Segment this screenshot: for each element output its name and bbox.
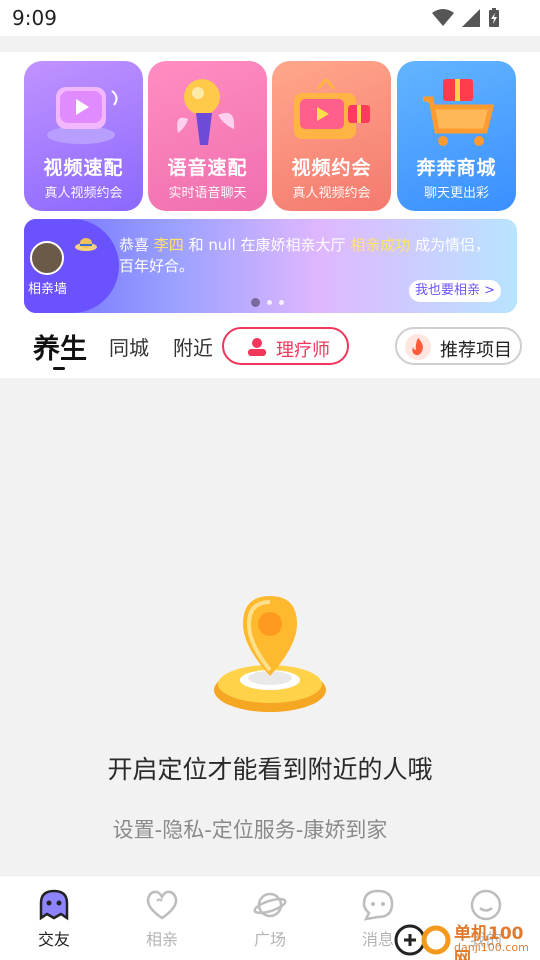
recommend-label: 推荐项目 xyxy=(440,340,512,361)
banner-pager xyxy=(251,298,284,307)
matchmaking-banner[interactable]: 相亲墙 恭喜 李四 和 null 在康娇相亲大厅 相亲成功 成为情侣，百年好合。… xyxy=(24,219,517,313)
pager-dot[interactable] xyxy=(267,300,272,305)
watermark-logo-icon xyxy=(394,924,451,956)
nav-label: 广场 xyxy=(253,930,286,949)
pager-dot[interactable] xyxy=(251,298,260,307)
chat-bubble-icon xyxy=(362,889,394,921)
heart-icon xyxy=(146,890,178,920)
tab-nearby[interactable]: 附近 xyxy=(173,332,213,361)
signal-icon xyxy=(462,9,480,27)
recommend-projects-button[interactable]: 推荐项目 xyxy=(395,327,522,365)
msg-name: 李四 xyxy=(153,236,184,254)
tab-same-city[interactable]: 同城 xyxy=(109,332,149,361)
planet-icon xyxy=(253,892,287,918)
ghost-icon xyxy=(39,889,69,921)
status-time: 9:09 xyxy=(12,6,57,30)
card-title: 视频速配 xyxy=(43,157,124,179)
category-tabs: 养生 同城 附近 理疗师 推荐项目 xyxy=(0,322,540,378)
nav-label: 交友 xyxy=(37,930,70,949)
matchmaking-wall-label: 相亲墙 xyxy=(28,282,68,297)
card-subtitle: 真人视频约会 xyxy=(44,186,123,201)
video-date-card[interactable]: 视频约会 真人视频约会 xyxy=(272,61,391,211)
smile-icon xyxy=(470,889,502,921)
msg-mid: 和 null 在康娇相亲大厅 xyxy=(183,236,351,254)
card-subtitle: 聊天更出彩 xyxy=(423,186,489,201)
feature-cards: 视频速配 真人视频约会 语音速配 实时语音聊天 视频约会 真人视频约会 奔奔商城… xyxy=(24,61,516,211)
video-match-card[interactable]: 视频速配 真人视频约会 xyxy=(24,61,143,211)
status-icons xyxy=(432,8,500,28)
card-title: 奔奔商城 xyxy=(416,157,497,179)
card-title: 语音速配 xyxy=(167,157,248,179)
nav-label: 相亲 xyxy=(145,930,178,949)
shopping-cart-icon xyxy=(423,79,495,146)
flame-icon xyxy=(405,334,431,360)
watermark-url: danji100.com xyxy=(454,941,529,954)
location-pin-icon xyxy=(214,596,326,712)
site-watermark: 单机100网 danji100.com xyxy=(392,918,540,960)
tab-health[interactable]: 养生 xyxy=(33,327,87,366)
retro-tv-gift-icon xyxy=(294,78,370,139)
status-bar: 9:09 xyxy=(0,0,540,36)
therapist-button[interactable]: 理疗师 xyxy=(222,327,349,365)
banner-message: 恭喜 李四 和 null 在康娇相亲大厅 相亲成功 成为情侣，百年好合。 xyxy=(119,235,504,277)
microphone-icon xyxy=(177,79,235,145)
video-tv-icon xyxy=(47,87,118,144)
empty-state-title: 开启定位才能看到附近的人哦 xyxy=(107,755,433,784)
msg-prefix: 恭喜 xyxy=(119,236,154,254)
straw-hat-icon xyxy=(75,238,97,251)
wifi-icon xyxy=(432,9,454,26)
mall-card[interactable]: 奔奔商城 聊天更出彩 xyxy=(397,61,516,211)
card-title: 视频约会 xyxy=(291,157,372,179)
card-subtitle: 真人视频约会 xyxy=(292,186,371,201)
voice-match-card[interactable]: 语音速配 实时语音聊天 xyxy=(148,61,267,211)
nav-square[interactable]: 广场 xyxy=(230,888,310,950)
card-subtitle: 实时语音聊天 xyxy=(168,186,247,201)
join-matchmaking-button[interactable]: 我也要相亲 > xyxy=(408,280,501,302)
nav-matchmaking[interactable]: 相亲 xyxy=(122,888,202,950)
therapist-label: 理疗师 xyxy=(276,340,330,361)
person-icon xyxy=(248,338,266,356)
tab-active-indicator xyxy=(53,367,65,370)
avatar xyxy=(30,241,64,275)
empty-state-subtitle: 设置-隐私-定位服务-康娇到家 xyxy=(112,818,388,842)
battery-icon xyxy=(489,8,499,27)
pager-dot[interactable] xyxy=(279,300,284,305)
nav-friends[interactable]: 交友 xyxy=(14,888,94,950)
msg-highlight: 相亲成功 xyxy=(350,236,411,254)
